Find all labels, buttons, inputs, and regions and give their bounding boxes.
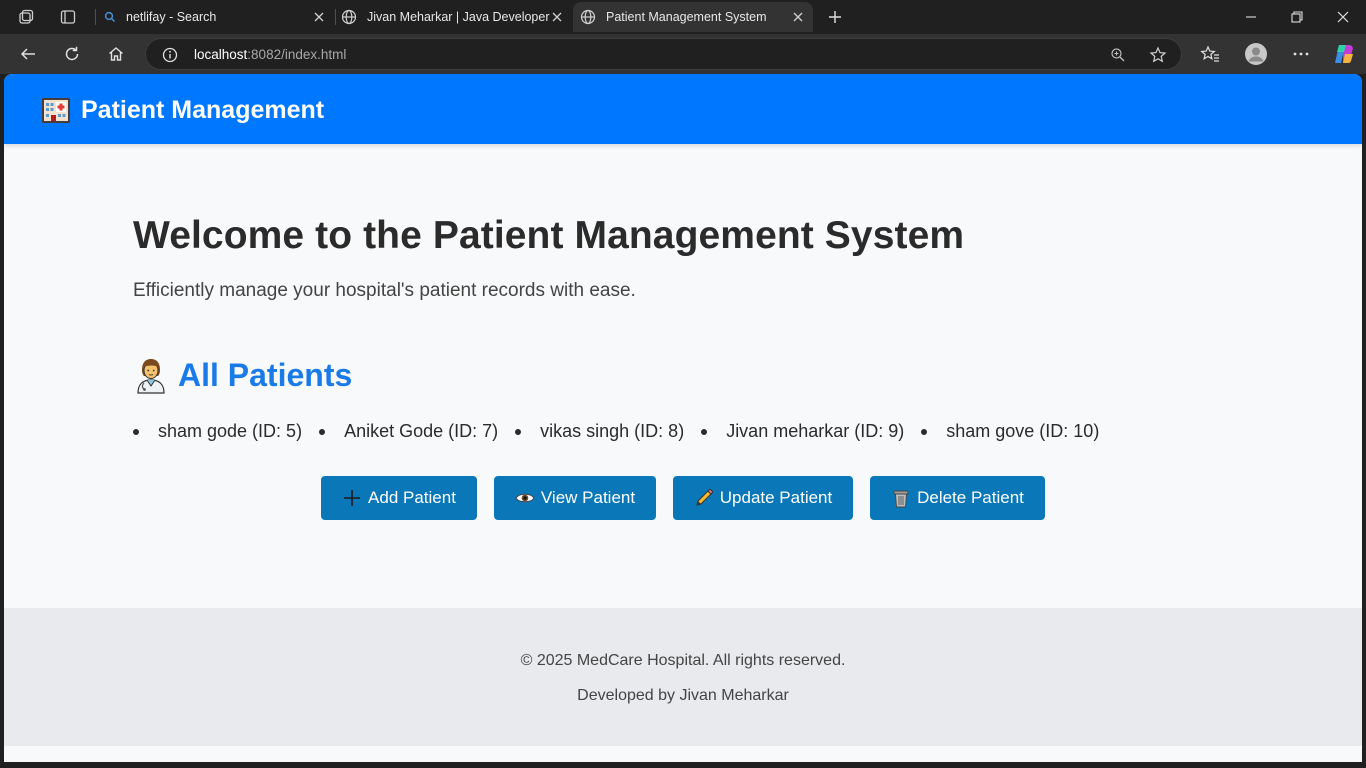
patient-name: Jivan meharkar (ID: 9) — [726, 421, 905, 441]
favorites-icon[interactable] — [1194, 39, 1226, 69]
close-window-button[interactable] — [1320, 0, 1366, 34]
update-patient-label: Update Patient — [719, 488, 833, 507]
bullet — [921, 428, 928, 435]
patients-heading-text: All Patients — [178, 356, 353, 393]
tab-label: netlifay - Search — [126, 10, 217, 24]
close-icon[interactable] — [791, 10, 805, 24]
brand[interactable]: Patient Management — [40, 94, 324, 126]
patient-list: sham gode (ID: 5) Aniket Gode (ID: 7) vi… — [133, 421, 1116, 442]
restore-button[interactable] — [1274, 0, 1320, 34]
globe-icon — [580, 9, 596, 25]
hospital-icon — [40, 94, 72, 126]
page-subtitle: Efficiently manage your hospital's patie… — [133, 280, 636, 301]
tab-patient-management[interactable]: Patient Management System — [573, 2, 813, 32]
update-patient-button[interactable]: Update Patient — [673, 476, 853, 520]
back-button[interactable] — [12, 39, 44, 69]
globe-icon — [341, 9, 357, 25]
list-item: sham gode (ID: 5) — [133, 421, 302, 442]
list-item: sham gove (ID: 10) — [921, 421, 1099, 442]
home-button[interactable] — [100, 39, 132, 69]
footer: © 2025 MedCare Hospital. All rights rese… — [4, 608, 1362, 746]
eye-icon — [515, 488, 535, 508]
page-title: Welcome to the Patient Management System — [133, 214, 965, 257]
patient-name: sham gove (ID: 10) — [946, 421, 1100, 441]
list-item: Jivan meharkar (ID: 9) — [701, 421, 904, 442]
patients-heading: All Patients — [133, 356, 352, 394]
bullet — [701, 428, 708, 435]
add-patient-label: Add Patient — [368, 488, 456, 507]
minimize-button[interactable] — [1228, 0, 1274, 34]
favorite-star-icon[interactable] — [1148, 45, 1168, 65]
url-host: localhost — [194, 47, 248, 62]
tab-label: Jivan Meharkar | Java Developer — [367, 10, 550, 24]
trash-icon — [891, 488, 911, 508]
action-buttons: Add Patient View Patient Update Patient … — [321, 476, 1062, 520]
info-icon[interactable] — [160, 45, 180, 65]
new-tab-button[interactable] — [821, 4, 849, 30]
tab-strip: netlifay - Search Jivan Meharkar | Java … — [0, 0, 1366, 34]
tab-actions-icon[interactable] — [54, 4, 82, 30]
bullet — [515, 428, 522, 435]
bullet — [133, 428, 139, 435]
list-item: Aniket Gode (ID: 7) — [319, 421, 498, 442]
pencil-icon — [694, 488, 714, 508]
footer-copyright: © 2025 MedCare Hospital. All rights rese… — [520, 652, 846, 669]
app-header: Patient Management — [4, 74, 1362, 144]
copilot-icon[interactable] — [1328, 39, 1360, 69]
url-path: :8082/index.html — [247, 47, 347, 62]
page-bottom — [4, 746, 1362, 762]
tab-portfolio[interactable]: Jivan Meharkar | Java Developer — [336, 2, 572, 32]
browser-toolbar: localhost:8082/index.html — [0, 34, 1366, 74]
footer-developer: Developed by Jivan Meharkar — [577, 687, 789, 704]
patient-name: sham gode (ID: 5) — [158, 421, 303, 441]
patient-name: vikas singh (ID: 8) — [540, 421, 685, 441]
profile-avatar[interactable] — [1240, 39, 1272, 69]
brand-title: Patient Management — [81, 95, 325, 124]
view-patient-button[interactable]: View Patient — [494, 476, 656, 520]
patient-name: Aniket Gode (ID: 7) — [344, 421, 499, 441]
doctor-icon — [133, 356, 169, 394]
add-patient-button[interactable]: Add Patient — [321, 476, 477, 520]
close-icon[interactable] — [312, 10, 326, 24]
address-bar[interactable]: localhost:8082/index.html — [145, 38, 1182, 70]
bullet — [319, 428, 326, 435]
view-patient-label: View Patient — [540, 488, 636, 507]
main-content: Welcome to the Patient Management System… — [133, 214, 1233, 302]
more-menu-icon[interactable] — [1285, 39, 1317, 69]
search-icon — [104, 11, 116, 23]
tab-separator — [95, 9, 96, 25]
refresh-button[interactable] — [56, 39, 88, 69]
page-viewport: Patient Management Welcome to the Patien… — [4, 74, 1362, 762]
close-icon[interactable] — [550, 10, 564, 24]
tab-label: Patient Management System — [606, 10, 767, 24]
delete-patient-button[interactable]: Delete Patient — [870, 476, 1045, 520]
zoom-icon[interactable] — [1108, 45, 1128, 65]
delete-patient-label: Delete Patient — [917, 488, 1024, 507]
workspaces-icon[interactable] — [12, 4, 40, 30]
tab-search[interactable]: netlifay - Search — [100, 2, 334, 32]
url-text[interactable]: localhost:8082/index.html — [194, 47, 346, 62]
list-item: vikas singh (ID: 8) — [515, 421, 684, 442]
plus-icon — [342, 488, 362, 508]
